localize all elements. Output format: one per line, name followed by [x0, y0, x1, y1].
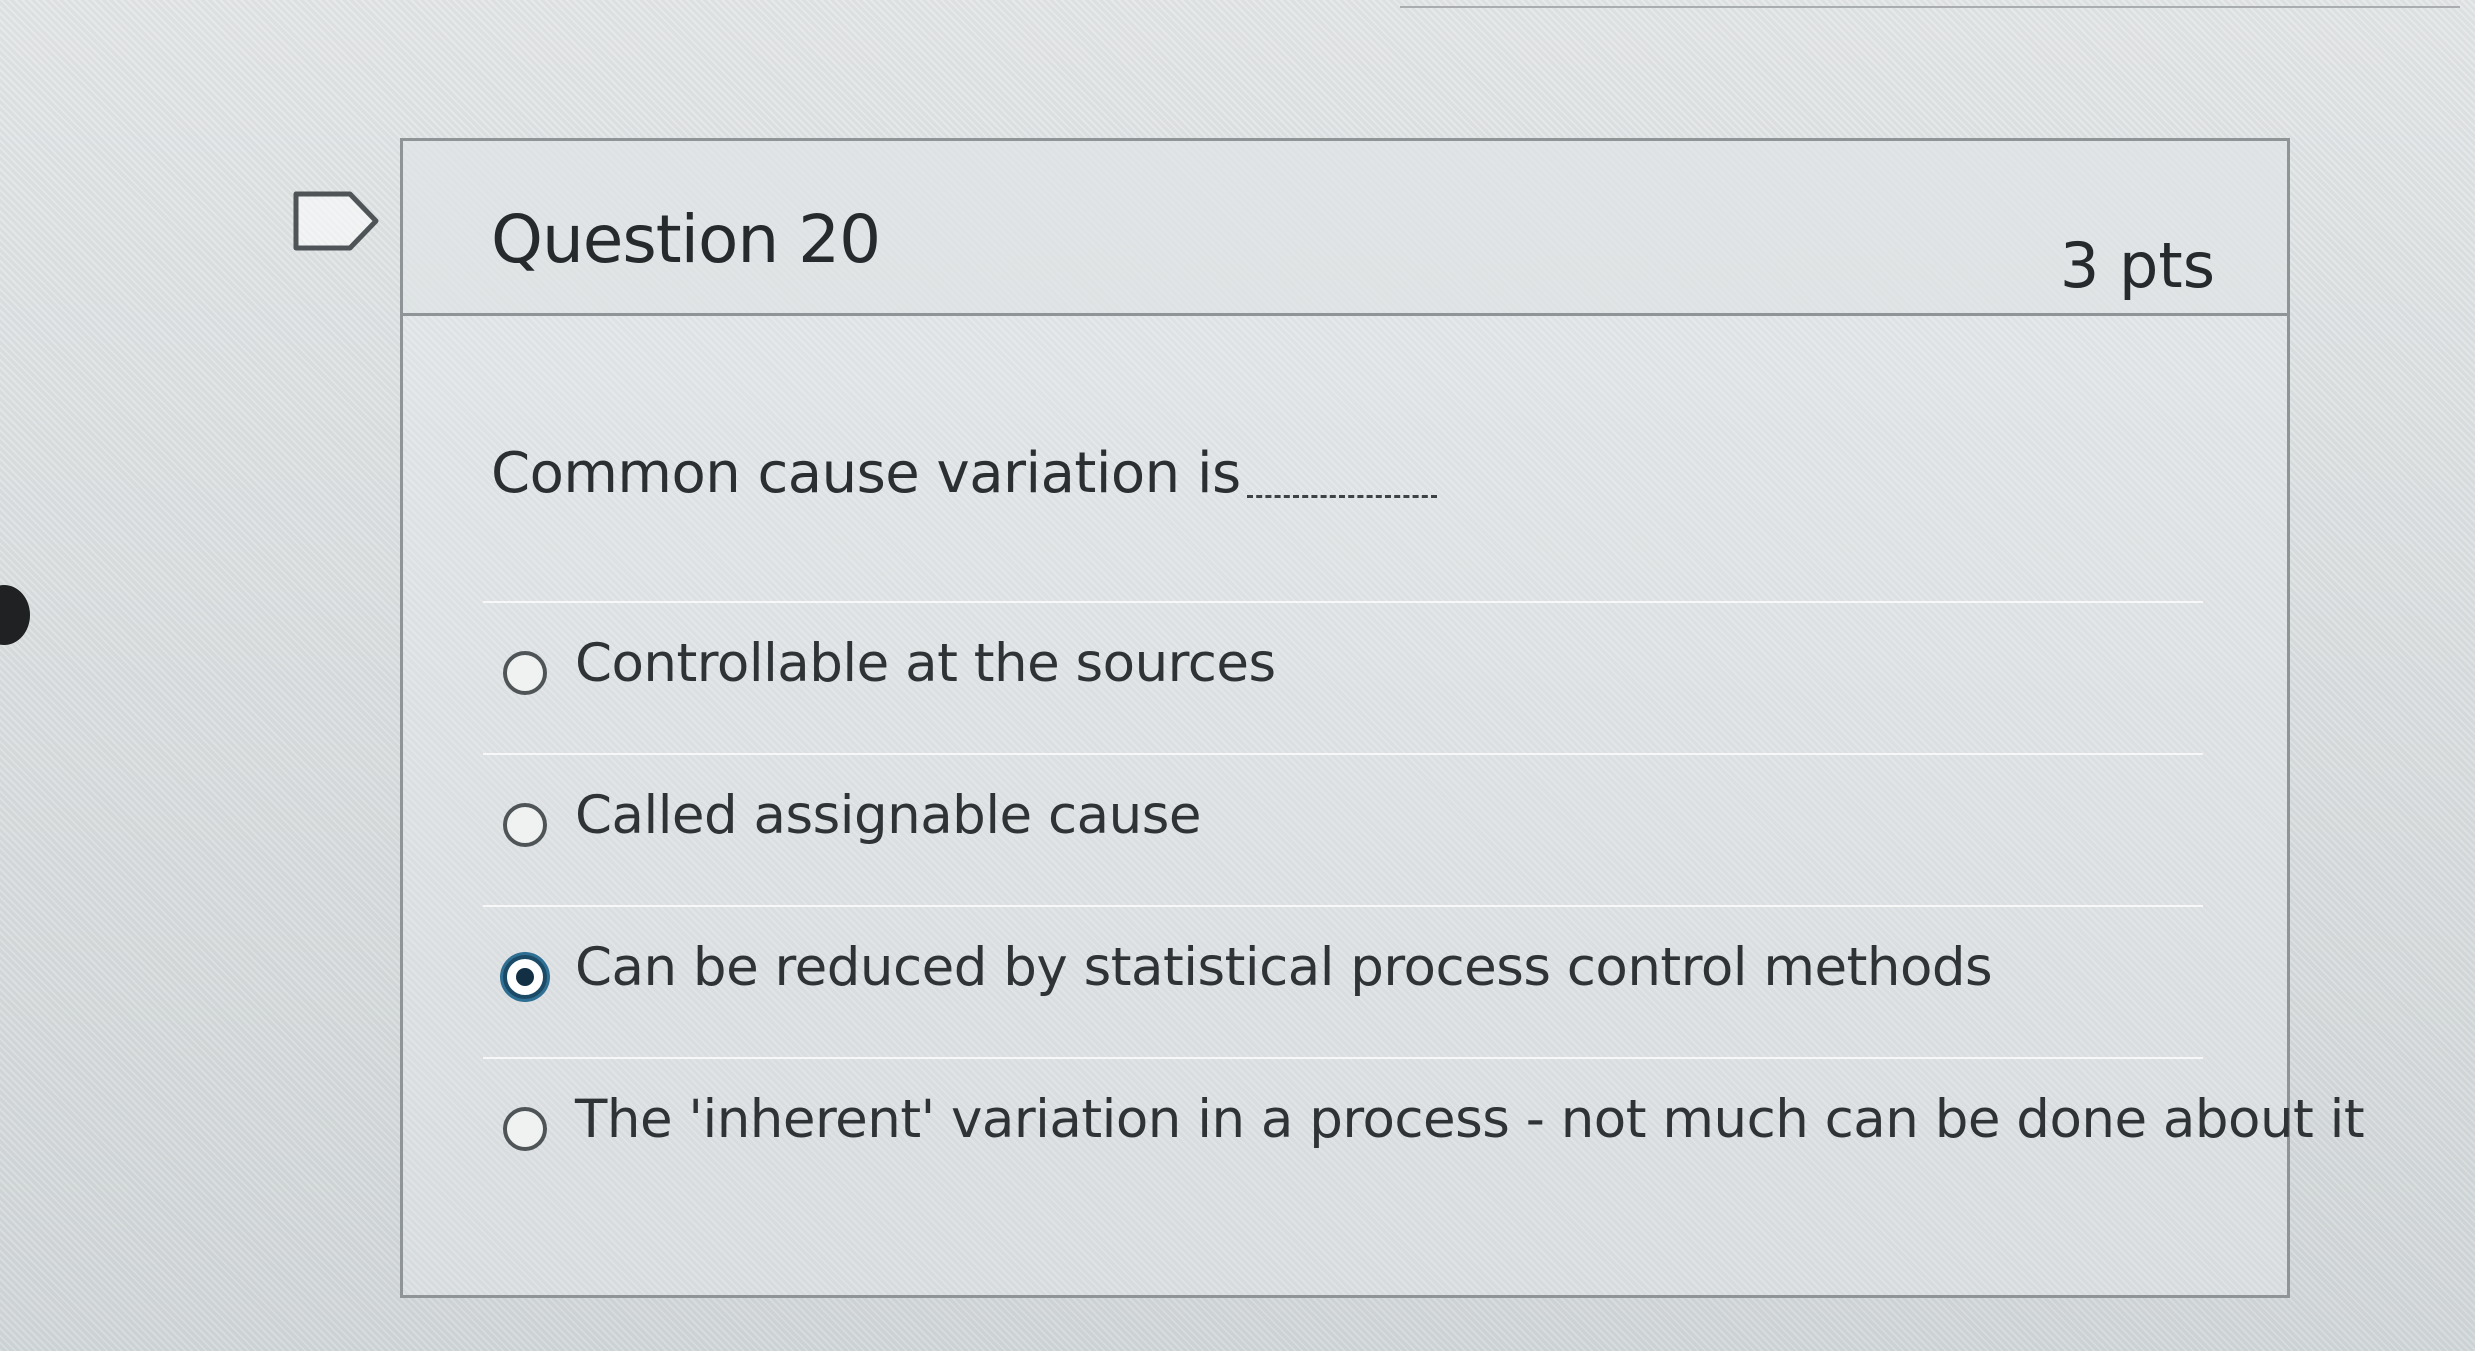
question-points: 3 pts: [2059, 229, 2215, 302]
question-header: Question 20 3 pts: [403, 141, 2287, 316]
answer-label[interactable]: The 'inherent' variation in a process - …: [575, 1089, 2365, 1150]
answer-label[interactable]: Called assignable cause: [575, 785, 1201, 846]
answer-option-3[interactable]: Can be reduced by statistical process co…: [483, 905, 2203, 1057]
flag-question-icon[interactable]: [292, 190, 382, 252]
question-card: Question 20 3 pts Common cause variation…: [400, 138, 2365, 1298]
answer-list: Controllable at the sources Called assig…: [483, 601, 2365, 1209]
answer-label[interactable]: Can be reduced by statistical process co…: [575, 937, 1993, 998]
selected-radio-button[interactable]: [503, 955, 547, 999]
radio-button[interactable]: [503, 1107, 547, 1151]
question-title: Question 20: [491, 201, 881, 278]
answer-label[interactable]: Controllable at the sources: [575, 633, 1276, 694]
answer-blank-line: [1246, 495, 1437, 498]
radio-button[interactable]: [503, 803, 547, 847]
question-prompt-container: Common cause variation is: [491, 441, 1437, 506]
radio-button[interactable]: [503, 651, 547, 695]
answer-option-4[interactable]: The 'inherent' variation in a process - …: [483, 1057, 2365, 1209]
top-window-edge: [1400, 0, 2460, 8]
answer-option-1[interactable]: Controllable at the sources: [483, 601, 2203, 753]
answer-option-2[interactable]: Called assignable cause: [483, 753, 2203, 905]
question-prompt: Common cause variation is: [491, 441, 1241, 506]
